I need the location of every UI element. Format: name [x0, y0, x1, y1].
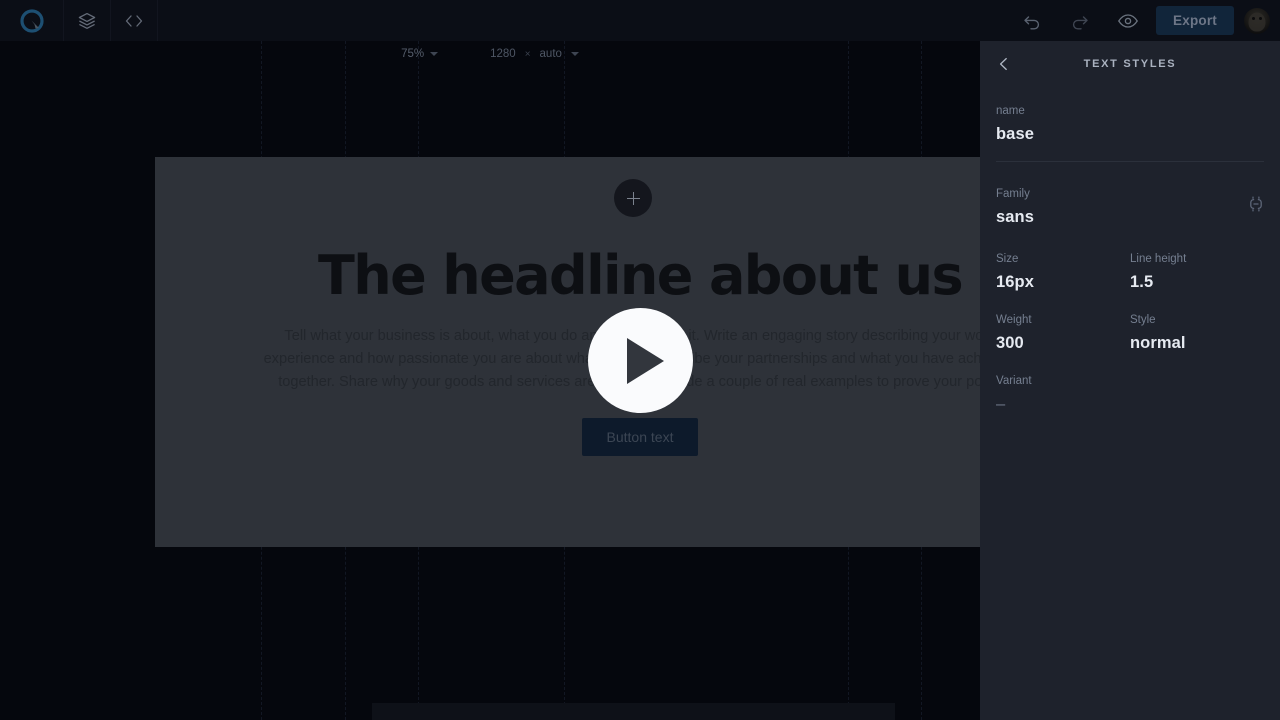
next-section-block[interactable]: [372, 703, 895, 720]
field-size-label: Size: [996, 253, 1019, 265]
canvas-toolbar: 75% 1280 × auto: [0, 41, 980, 67]
tool-code-button[interactable]: [111, 0, 158, 41]
field-style: Style normal: [1130, 314, 1264, 353]
field-variant: Variant –: [980, 375, 1280, 414]
undo-icon: [1022, 11, 1042, 31]
multiply-symbol: ×: [524, 48, 531, 60]
redo-button[interactable]: [1056, 0, 1104, 41]
panel-divider: [996, 161, 1264, 162]
text-styles-panel: TEXT STYLES name base Family sans Size 1…: [980, 41, 1280, 720]
field-name: name base: [980, 105, 1280, 144]
toolbar-left-group: [0, 0, 158, 41]
preview-button[interactable]: [1104, 0, 1152, 41]
chevron-down-icon[interactable]: [430, 52, 439, 56]
play-video-button[interactable]: [588, 308, 693, 413]
field-name-label: name: [996, 105, 1025, 117]
avatar[interactable]: [1244, 7, 1270, 34]
artboard-size-control[interactable]: 1280 × auto: [490, 48, 579, 60]
field-row-weight-style: Weight 300 Style normal: [980, 314, 1280, 353]
field-line-height: Line height 1.5: [1130, 253, 1264, 292]
field-line-height-label: Line height: [1130, 253, 1187, 265]
field-family-label: Family: [996, 188, 1030, 200]
field-weight: Weight 300: [996, 314, 1130, 353]
hero-cta-button[interactable]: Button text: [581, 418, 699, 457]
avatar-eye-right: [1258, 16, 1262, 20]
zoom-value: 75%: [401, 48, 425, 60]
plus-icon: [626, 191, 640, 205]
broken-link-icon[interactable]: [1246, 194, 1266, 214]
top-toolbar: Export: [0, 0, 1280, 41]
panel-back-button[interactable]: [992, 52, 1016, 76]
chevron-down-icon[interactable]: [570, 52, 579, 56]
toolbar-right-group: Export: [1008, 0, 1280, 41]
field-name-value[interactable]: base: [996, 125, 1264, 144]
hero-content: The headline about us Tell what your bus…: [155, 157, 980, 547]
field-row-size-lineheight: Size 16px Line height 1.5: [980, 253, 1280, 292]
hero-section[interactable]: The headline about us Tell what your bus…: [155, 157, 980, 547]
zoom-control[interactable]: 75%: [401, 48, 439, 60]
field-variant-label: Variant: [996, 375, 1032, 387]
field-weight-label: Weight: [996, 314, 1032, 326]
field-size: Size 16px: [996, 253, 1130, 292]
panel-header: TEXT STYLES: [980, 41, 1280, 87]
field-family-value[interactable]: sans: [996, 208, 1264, 227]
field-weight-value[interactable]: 300: [996, 334, 1130, 353]
artboard-width-value[interactable]: 1280: [490, 48, 516, 60]
add-section-button[interactable]: [614, 179, 652, 217]
app-root: 75% 1280 × auto The headline about us Te…: [0, 0, 1280, 720]
field-family: Family sans: [980, 188, 1280, 227]
chevron-left-icon: [996, 56, 1012, 72]
panel-title: TEXT STYLES: [1083, 58, 1177, 70]
code-icon: [123, 11, 145, 31]
field-variant-value[interactable]: –: [996, 395, 1264, 414]
avatar-face: [1248, 12, 1266, 32]
play-triangle-icon: [626, 337, 664, 384]
hero-headline[interactable]: The headline about us: [318, 247, 964, 305]
tool-layers-button[interactable]: [64, 0, 111, 41]
preview-eye-icon: [1117, 11, 1139, 31]
layers-icon: [77, 11, 97, 31]
app-logo-button[interactable]: [0, 0, 64, 41]
undo-button[interactable]: [1008, 0, 1056, 41]
field-size-value[interactable]: 16px: [996, 273, 1130, 292]
redo-icon: [1070, 11, 1090, 31]
app-logo-icon: [19, 8, 45, 34]
field-style-label: Style: [1130, 314, 1156, 326]
export-button[interactable]: Export: [1156, 6, 1234, 35]
canvas-area[interactable]: 75% 1280 × auto The headline about us Te…: [0, 41, 980, 720]
field-line-height-value[interactable]: 1.5: [1130, 273, 1264, 292]
artboard-height-value[interactable]: auto: [540, 48, 562, 60]
field-style-value[interactable]: normal: [1130, 334, 1264, 353]
